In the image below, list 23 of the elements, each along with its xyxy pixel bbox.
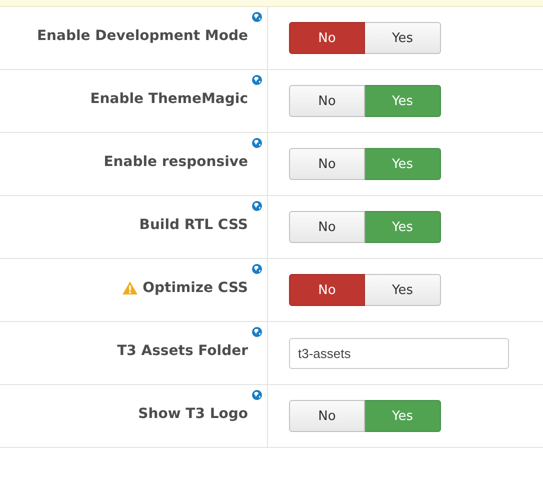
setting-label: Enable responsive (104, 154, 248, 170)
setting-label: Optimize CSS (142, 280, 248, 296)
setting-label: T3 Assets Folder (117, 343, 248, 359)
globe-icon (252, 138, 262, 148)
setting-label: Show T3 Logo (138, 406, 248, 422)
setting-label: Enable Development Mode (36, 28, 248, 44)
globe-icon (252, 264, 262, 274)
toggle-option[interactable]: No (289, 22, 365, 54)
toggle-option[interactable]: No (289, 211, 365, 243)
globe-icon (252, 201, 262, 211)
toggle-option[interactable]: No (289, 148, 365, 180)
globe-icon (252, 12, 262, 22)
toggle-option[interactable]: No (289, 274, 365, 306)
toggle-option[interactable]: No (289, 400, 365, 432)
globe-icon (252, 327, 262, 337)
setting-label: Build RTL CSS (139, 217, 248, 233)
toggle-option[interactable]: No (289, 85, 365, 117)
globe-icon (252, 390, 262, 400)
text-field[interactable]: t3-assets (289, 338, 509, 368)
toggle-option[interactable]: Yes (365, 22, 441, 54)
toggle-option[interactable]: Yes (365, 274, 441, 306)
globe-icon (252, 75, 262, 85)
setting-label: Enable ThemeMagic (90, 91, 248, 107)
